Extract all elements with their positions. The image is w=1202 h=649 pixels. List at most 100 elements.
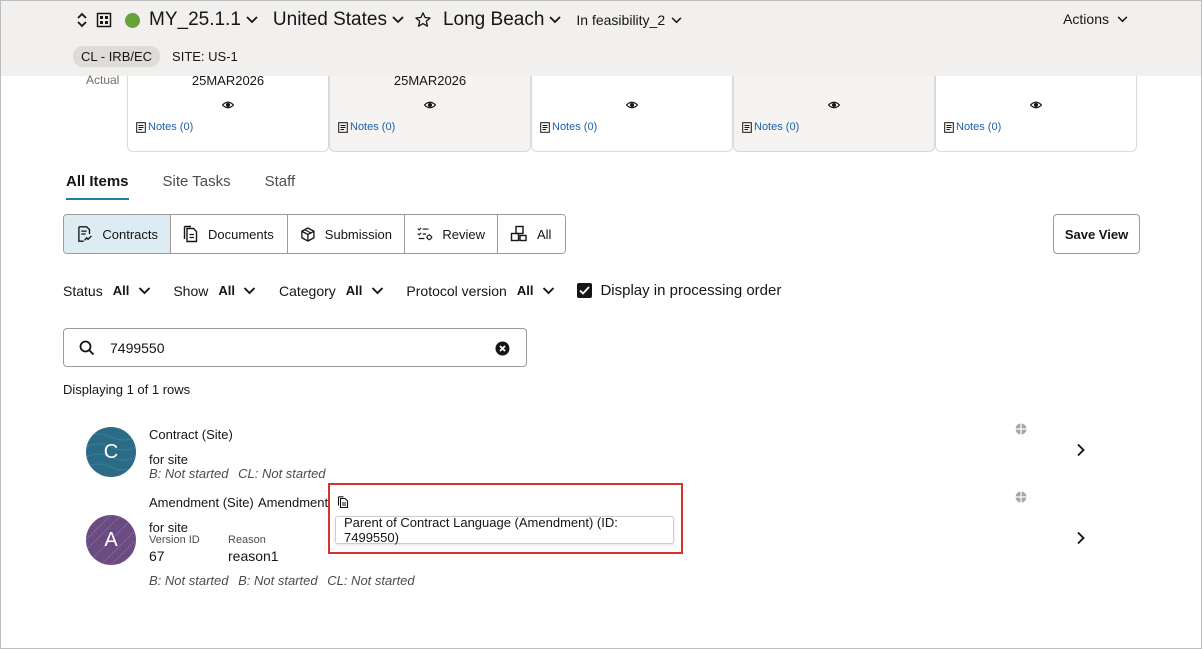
expand-collapse-icon[interactable] — [73, 11, 91, 29]
country-name[interactable]: United States — [273, 9, 387, 31]
filter-bar: Status All Show All Category All Protoco… — [63, 282, 781, 299]
category-filter-value[interactable]: All — [346, 283, 363, 298]
parent-document-icon[interactable] — [337, 496, 349, 508]
note-icon — [338, 121, 348, 133]
notes-link[interactable]: Notes (0) — [338, 121, 395, 133]
chevron-down-icon — [1115, 12, 1129, 26]
eye-icon[interactable] — [1030, 99, 1042, 111]
eye-icon[interactable] — [626, 99, 638, 111]
crosshair-icon[interactable] — [1015, 423, 1027, 435]
chevron-down-icon[interactable] — [669, 13, 683, 27]
note-icon — [136, 121, 146, 133]
item-title[interactable]: Amendment (Site) — [149, 495, 254, 510]
grid-icon[interactable] — [95, 11, 113, 29]
search-icon — [79, 340, 95, 355]
parent-tooltip: Parent of Contract Language (Amendment) … — [335, 515, 674, 545]
site-status[interactable]: In feasibility_2 — [576, 12, 665, 28]
search-input[interactable] — [110, 339, 480, 356]
chevron-down-icon[interactable] — [245, 13, 259, 27]
milestone-date: 25MAR2026 — [393, 73, 467, 88]
notes-label: Notes (0) — [956, 121, 1002, 133]
milestone-card: Notes (0) — [531, 76, 733, 152]
item-type-segmented-control: Contracts Documents Submission Review Al… — [63, 214, 566, 254]
eye-icon[interactable] — [222, 99, 234, 111]
note-icon — [944, 121, 954, 133]
contract-icon — [78, 226, 92, 242]
protocol-version-filter-label: Protocol version — [406, 282, 507, 299]
avatar-letter: C — [103, 440, 119, 463]
row-count: Displaying 1 of 1 rows — [63, 382, 191, 397]
documents-icon — [183, 225, 198, 243]
submission-label: Submission — [324, 226, 392, 242]
all-items-icon — [510, 225, 527, 242]
note-icon — [742, 121, 752, 133]
reason-value: reason1 — [228, 548, 279, 564]
item-status: B: Not started B: Not started CL: Not st… — [149, 573, 421, 588]
note-icon — [540, 121, 550, 133]
eye-icon[interactable] — [424, 99, 436, 111]
notes-link[interactable]: Notes (0) — [540, 121, 597, 133]
actions-menu[interactable]: Actions — [1063, 11, 1129, 27]
save-view-button[interactable]: Save View — [1053, 214, 1140, 254]
tab-bar: All Items Site Tasks Staff — [66, 173, 329, 200]
package-icon — [301, 226, 315, 242]
protocol-version-filter-value[interactable]: All — [517, 283, 534, 298]
status-filter-value[interactable]: All — [113, 283, 130, 298]
site-label: SITE: US-1 — [172, 49, 238, 64]
item-for: for site — [149, 452, 189, 467]
chevron-down-icon[interactable] — [370, 284, 384, 298]
milestone-card: Notes (0) — [733, 76, 935, 152]
status-text: CL: Not started — [238, 466, 326, 481]
eye-icon[interactable] — [828, 99, 840, 111]
category-filter-label: Category — [278, 282, 336, 299]
status-filter-label: Status — [63, 282, 103, 299]
site-name[interactable]: Long Beach — [443, 9, 544, 31]
irb-chip: CL - IRB/EC — [73, 46, 161, 67]
notes-label: Notes (0) — [350, 121, 396, 133]
chevron-right-icon[interactable] — [1075, 531, 1087, 545]
tab-all-items[interactable]: All Items — [66, 173, 129, 200]
checklist-gear-icon — [417, 227, 433, 241]
tab-staff[interactable]: Staff — [265, 173, 296, 200]
notes-link[interactable]: Notes (0) — [742, 121, 799, 133]
item-for: for site — [149, 520, 189, 535]
status-text: B: Not started — [149, 466, 229, 481]
chevron-down-icon[interactable] — [391, 13, 405, 27]
milestone-card: Notes (0) — [935, 76, 1137, 152]
chevron-down-icon[interactable] — [243, 284, 257, 298]
review-button[interactable]: Review — [405, 215, 498, 253]
favorite-star-icon[interactable] — [413, 10, 433, 30]
chevron-right-icon[interactable] — [1075, 443, 1087, 457]
status-text: B: Not started — [238, 573, 318, 588]
checkmark-icon — [579, 286, 591, 295]
version-id-label: Version ID — [149, 534, 200, 546]
search-box — [63, 328, 527, 367]
submission-button[interactable]: Submission — [288, 215, 405, 253]
notes-link[interactable]: Notes (0) — [944, 121, 1001, 133]
show-filter-label: Show — [173, 282, 209, 299]
tab-site-tasks[interactable]: Site Tasks — [163, 173, 231, 200]
processing-order-checkbox[interactable] — [577, 283, 593, 298]
item-status: B: Not started CL: Not started — [149, 466, 332, 481]
show-filter-value[interactable]: All — [218, 283, 235, 298]
actions-label: Actions — [1063, 11, 1109, 27]
all-button[interactable]: All — [498, 215, 565, 253]
contracts-button[interactable]: Contracts — [64, 215, 171, 253]
chevron-down-icon[interactable] — [137, 284, 151, 298]
chevron-down-icon[interactable] — [541, 284, 555, 298]
documents-button[interactable]: Documents — [171, 215, 288, 253]
notes-label: Notes (0) — [754, 121, 800, 133]
notes-link[interactable]: Notes (0) — [136, 121, 193, 133]
chevron-down-icon[interactable] — [548, 13, 562, 27]
item-title[interactable]: Contract (Site) — [149, 427, 233, 442]
contracts-label: Contracts — [102, 226, 158, 242]
notes-label: Notes (0) — [552, 121, 598, 133]
avatar-letter: A — [104, 528, 118, 551]
all-label: All — [537, 226, 552, 242]
version-id-value: 67 — [149, 548, 165, 564]
avatar: C — [86, 427, 136, 477]
clear-search-icon[interactable] — [495, 341, 510, 356]
study-name[interactable]: MY_25.1.1 — [149, 9, 241, 31]
milestone-card: 25MAR2026 Notes (0) — [127, 73, 329, 152]
crosshair-icon[interactable] — [1015, 491, 1027, 503]
